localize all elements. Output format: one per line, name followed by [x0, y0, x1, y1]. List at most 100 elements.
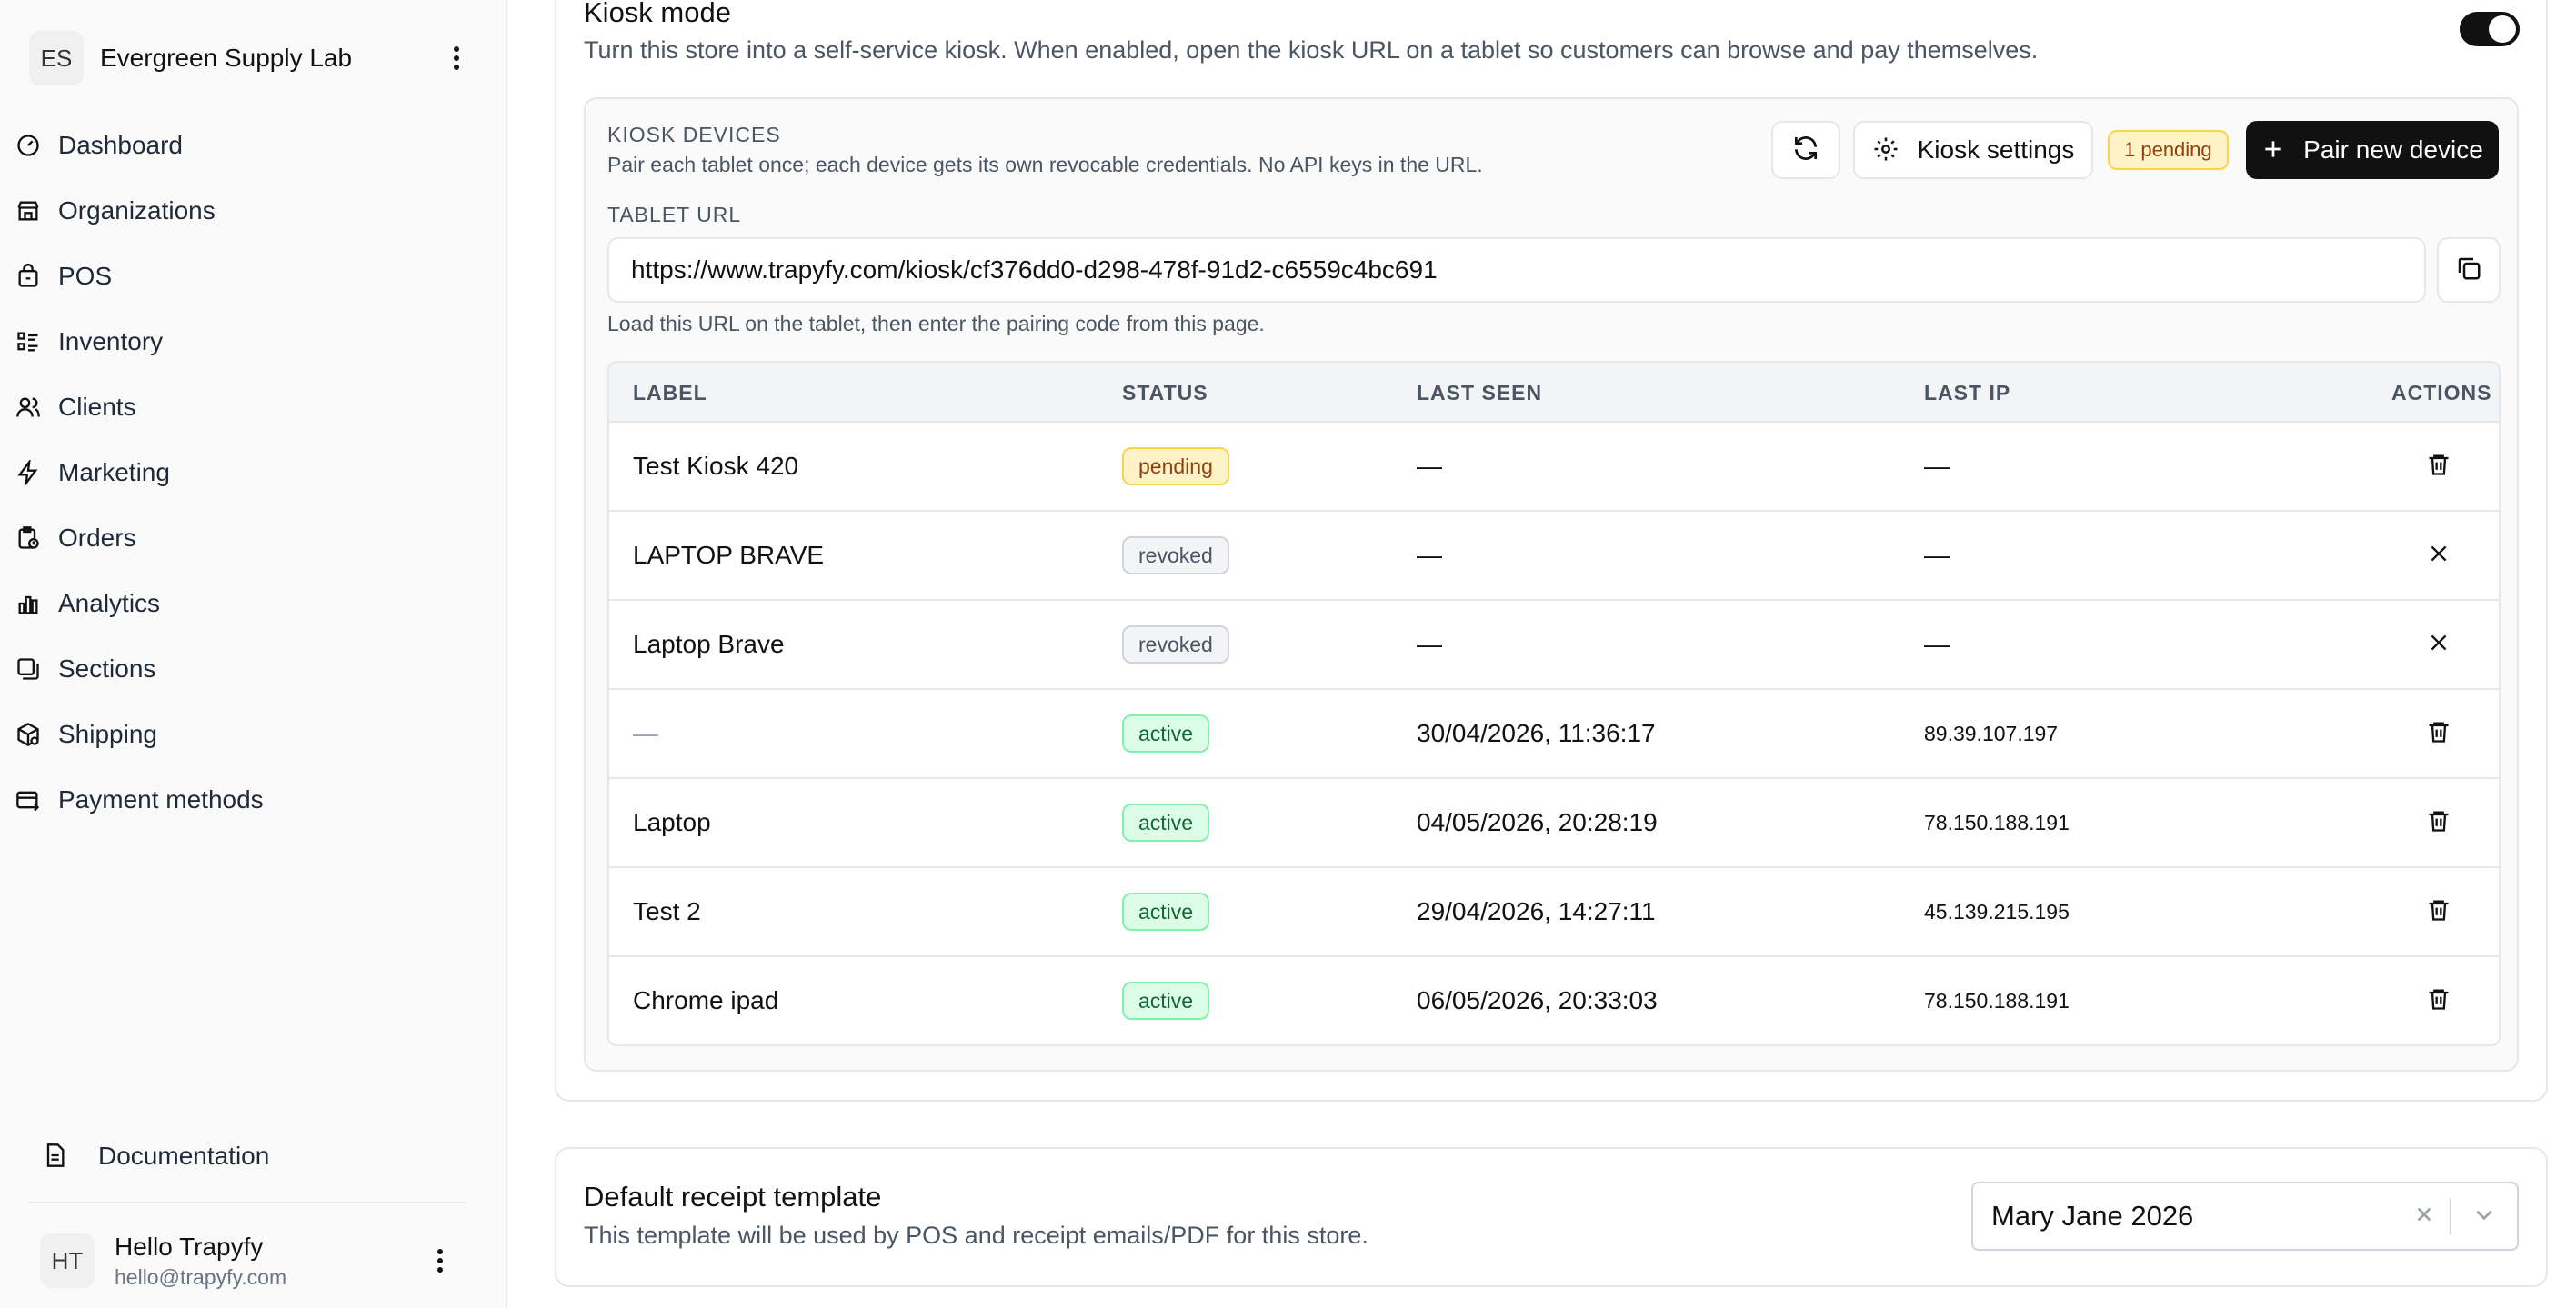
documentation-link[interactable]: Documentation [42, 1131, 269, 1182]
kiosk-settings-button[interactable]: Kiosk settings [1853, 121, 2093, 179]
sidebar: ES Evergreen Supply Lab Dashboard Organi… [0, 0, 507, 1308]
delete-button[interactable] [2411, 779, 2466, 866]
sidebar-item-label: Sections [58, 654, 156, 683]
gear-icon [1872, 135, 1901, 165]
last-ip: 89.39.107.197 [1924, 721, 2059, 745]
column-header-label: LABEL [633, 380, 707, 404]
sidebar-item-dashboard[interactable]: Dashboard [15, 113, 487, 178]
copy-url-button[interactable] [2437, 237, 2501, 303]
sidebar-item-orders[interactable]: Orders [15, 505, 487, 571]
sidebar-item-sections[interactable]: Sections [15, 636, 487, 702]
table-header: LABEL STATUS LAST SEEN LAST IP ACTIONS [609, 363, 2499, 423]
sidebar-item-label: Orders [58, 524, 136, 552]
clear-selection-button[interactable] [2399, 1182, 2450, 1251]
users-icon [15, 394, 42, 421]
sidebar-item-marketing[interactable]: Marketing [15, 440, 487, 505]
last-seen: 29/04/2026, 14:27:11 [1417, 897, 1656, 925]
sidebar-item-inventory[interactable]: Inventory [15, 309, 487, 374]
remove-button[interactable] [2411, 601, 2466, 688]
sidebar-item-label: Clients [58, 393, 136, 421]
delete-button[interactable] [2411, 957, 2466, 1044]
card-icon [15, 786, 42, 814]
sidebar-item-shipping[interactable]: Shipping [15, 702, 487, 767]
device-label: Laptop Brave [633, 630, 785, 658]
sidebar-item-analytics[interactable]: Analytics [15, 571, 487, 636]
table-row: Chrome ipad active 06/05/2026, 20:33:03 … [609, 957, 2499, 1044]
last-seen: — [1417, 630, 1442, 658]
user-menu-icon[interactable] [422, 1243, 458, 1279]
package-icon [15, 721, 42, 748]
sidebar-item-label: Organizations [58, 196, 216, 225]
dropdown-toggle[interactable] [2451, 1182, 2517, 1251]
trash-icon [2426, 897, 2451, 927]
dashboard-icon [15, 132, 42, 159]
sidebar-item-label: Analytics [58, 589, 161, 617]
copy-icon [15, 655, 42, 683]
tablet-url-label: TABLET URL [607, 203, 742, 226]
copy-icon [2455, 255, 2482, 286]
kiosk-devices-table: LABEL STATUS LAST SEEN LAST IP ACTIONS T… [607, 361, 2501, 1046]
receipt-template-title: Default receipt template [584, 1181, 882, 1213]
last-ip: — [1924, 452, 1950, 480]
tablet-url-help: Load this URL on the tablet, then enter … [607, 312, 1265, 335]
user-email: hello@trapyfy.com [115, 1264, 287, 1289]
kiosk-devices-heading: KIOSK DEVICES [607, 123, 781, 146]
last-seen: 06/05/2026, 20:33:03 [1417, 986, 1658, 1014]
sidebar-item-label: Marketing [58, 458, 170, 486]
status-badge: active [1122, 893, 1210, 931]
sidebar-item-label: Inventory [58, 327, 164, 355]
sidebar-item-payment-methods[interactable]: Payment methods [15, 767, 487, 833]
sidebar-nav: Dashboard Organizations POS Inventory Cl… [15, 113, 487, 833]
sidebar-item-label: Dashboard [58, 131, 183, 159]
document-icon [42, 1143, 69, 1170]
trash-icon [2426, 452, 2451, 482]
device-label: — [633, 719, 658, 747]
pending-count-badge: 1 pending [2108, 130, 2229, 170]
last-seen: 04/05/2026, 20:28:19 [1417, 808, 1658, 836]
kiosk-toggle[interactable] [2460, 12, 2520, 46]
org-switcher[interactable]: ES Evergreen Supply Lab [29, 27, 475, 89]
table-row: Test Kiosk 420 pending — — [609, 423, 2499, 512]
last-ip: — [1924, 541, 1950, 569]
status-badge: pending [1122, 447, 1229, 485]
device-label: LAPTOP BRAVE [633, 541, 825, 569]
device-label: Chrome ipad [633, 986, 779, 1014]
user-profile[interactable]: HT Hello Trapyfy hello@trapyfy.com [40, 1229, 458, 1293]
trash-icon [2426, 719, 2451, 749]
sidebar-item-organizations[interactable]: Organizations [15, 178, 487, 244]
org-menu-icon[interactable] [438, 40, 475, 76]
receipt-template-select[interactable]: Mary Jane 2026 [1971, 1182, 2519, 1251]
delete-button[interactable] [2411, 423, 2466, 510]
sidebar-item-label: Payment methods [58, 785, 264, 814]
sidebar-item-clients[interactable]: Clients [15, 374, 487, 440]
tablet-url-field[interactable]: https://www.trapyfy.com/kiosk/cf376dd0-d… [607, 237, 2426, 303]
device-label: Laptop [633, 808, 711, 836]
device-label: Test Kiosk 420 [633, 452, 799, 480]
receipt-template-value: Mary Jane 2026 [1991, 1200, 2194, 1232]
remove-button[interactable] [2411, 512, 2466, 599]
sidebar-item-pos[interactable]: POS [15, 244, 487, 309]
plus-icon [2261, 137, 2287, 163]
bolt-icon [15, 459, 42, 486]
last-ip: 45.139.215.195 [1924, 899, 2070, 924]
table-row: — active 30/04/2026, 11:36:17 89.39.107.… [609, 690, 2499, 779]
sidebar-item-label: Shipping [58, 720, 157, 748]
chart-icon [15, 590, 42, 617]
user-avatar: HT [40, 1233, 95, 1288]
last-seen: — [1417, 541, 1442, 569]
table-row: LAPTOP BRAVE revoked — — [609, 512, 2499, 601]
delete-button[interactable] [2411, 868, 2466, 955]
close-icon [2427, 631, 2451, 659]
last-ip: — [1924, 630, 1950, 658]
refresh-button[interactable] [1771, 121, 1840, 179]
user-name: Hello Trapyfy [115, 1232, 264, 1261]
delete-button[interactable] [2411, 690, 2466, 777]
pair-new-device-button[interactable]: Pair new device [2246, 121, 2499, 179]
table-row: Laptop active 04/05/2026, 20:28:19 78.15… [609, 779, 2499, 868]
last-ip: 78.150.188.191 [1924, 988, 2070, 1013]
table-row: Test 2 active 29/04/2026, 14:27:11 45.13… [609, 868, 2499, 957]
list-icon [15, 328, 42, 355]
kiosk-description: Turn this store into a self-service kios… [584, 36, 2039, 64]
kiosk-title: Kiosk mode [584, 0, 731, 28]
documentation-label: Documentation [98, 1142, 270, 1170]
